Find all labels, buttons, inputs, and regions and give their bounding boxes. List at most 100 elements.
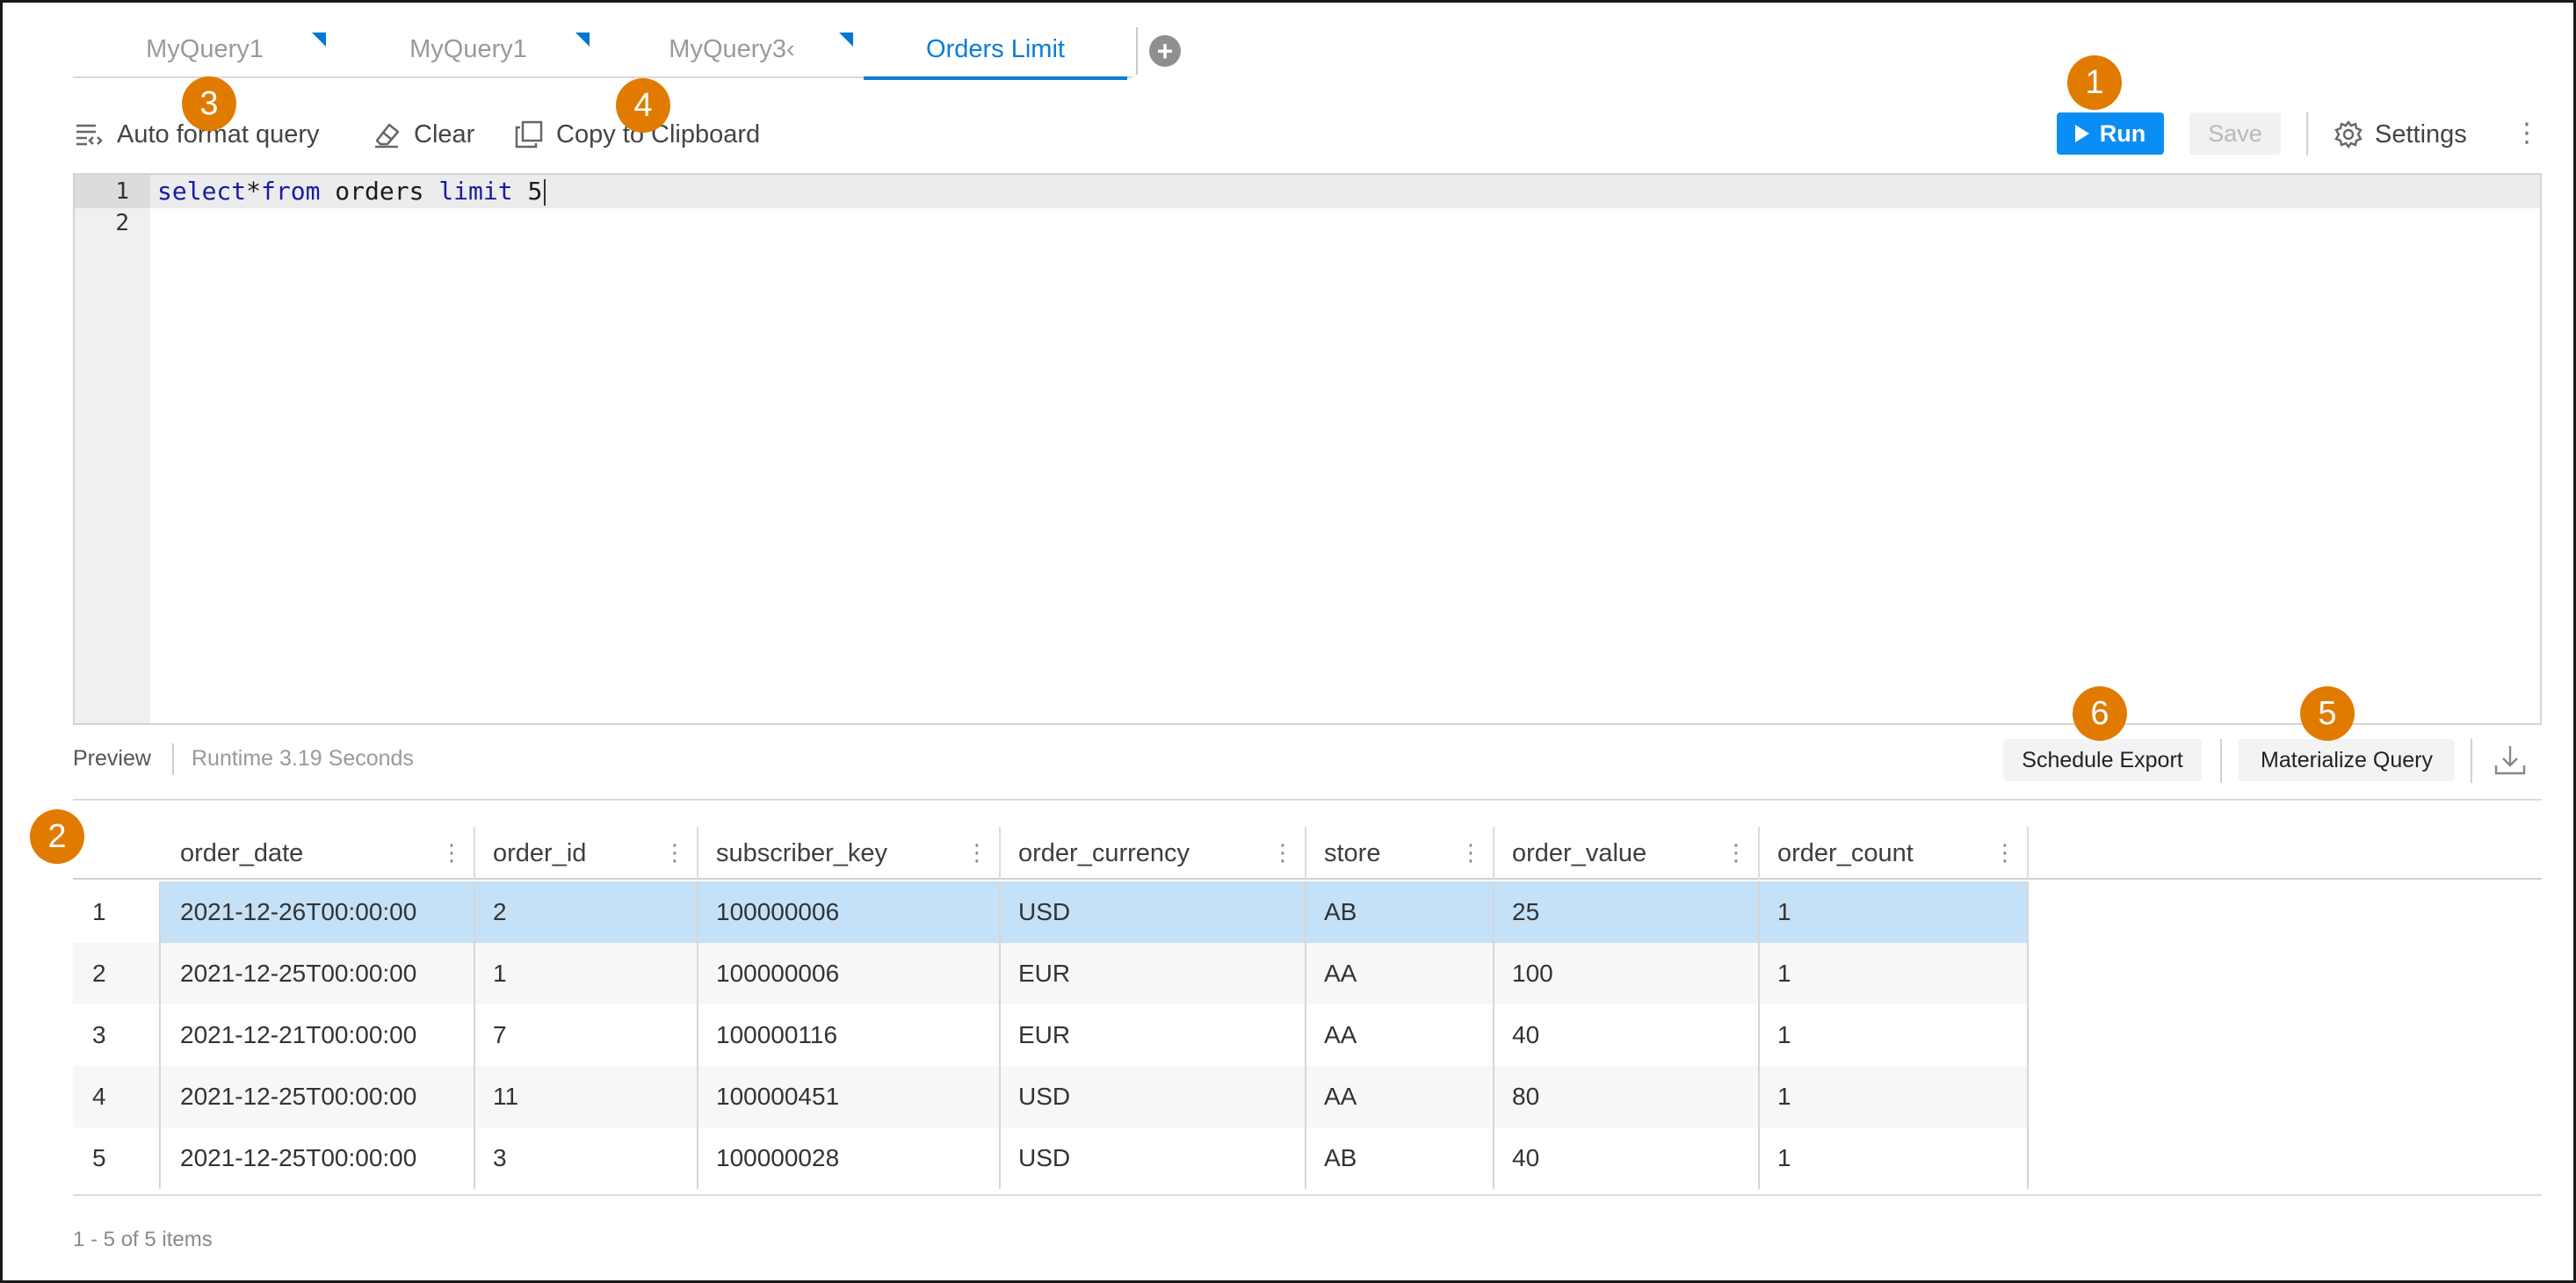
column-label: order_date: [180, 838, 304, 867]
column-header-store[interactable]: store ⋮: [1305, 827, 1493, 880]
settings-label: Settings: [2375, 120, 2467, 149]
sql-token: *: [246, 177, 262, 206]
table-cell[interactable]: AA: [1305, 1066, 1357, 1127]
table-cell[interactable]: USD: [999, 881, 1070, 943]
table-cell[interactable]: 1: [1758, 881, 1791, 943]
table-cell[interactable]: 100000006: [697, 881, 839, 943]
tab-label: MyQuery3‹: [669, 34, 795, 63]
table-cell[interactable]: 3: [474, 1127, 507, 1189]
schedule-export-button[interactable]: Schedule Export: [2003, 739, 2202, 781]
table-cell[interactable]: 1: [1758, 1127, 1791, 1189]
settings-button[interactable]: Settings: [2334, 117, 2467, 152]
table-cell[interactable]: 40: [1493, 1004, 1539, 1066]
table-cell[interactable]: EUR: [999, 1004, 1070, 1066]
table-cell[interactable]: 100000451: [697, 1066, 839, 1127]
table-cell[interactable]: 100000006: [697, 943, 839, 1004]
callout-badge-5: 5: [2300, 686, 2355, 741]
run-label: Run: [2099, 120, 2146, 147]
column-header-order-count[interactable]: order_count ⋮: [1758, 827, 2027, 880]
column-menu-icon[interactable]: ⋮: [1994, 839, 2016, 866]
table-cell[interactable]: USD: [999, 1127, 1070, 1189]
column-header-order-currency[interactable]: order_currency ⋮: [999, 827, 1305, 880]
table-cell[interactable]: 7: [474, 1004, 507, 1066]
table-cell[interactable]: EUR: [999, 943, 1070, 1004]
table-cell[interactable]: 2: [474, 881, 507, 943]
tab-label: Orders Limit: [926, 34, 1065, 63]
callout-badge-2: 2: [30, 809, 84, 864]
column-menu-icon[interactable]: ⋮: [1725, 839, 1747, 866]
column-menu-icon[interactable]: ⋮: [663, 839, 686, 866]
table-cell[interactable]: AB: [1305, 881, 1357, 943]
preview-separator: [73, 799, 2542, 801]
table-cell[interactable]: AA: [1305, 943, 1357, 1004]
column-header-order-value[interactable]: order_value ⋮: [1493, 827, 1758, 880]
plus-circle-icon[interactable]: +: [1149, 35, 1181, 67]
sql-keyword: from: [261, 177, 321, 206]
materialize-query-button[interactable]: Materialize Query: [2239, 739, 2455, 781]
row-number: 3: [92, 1021, 106, 1048]
modified-indicator-icon: [839, 33, 853, 47]
schedule-export-label: Schedule Export: [2022, 747, 2183, 772]
preview-divider: [2220, 739, 2222, 783]
table-row[interactable]: 4 2021-12-25T00:00:00 11 100000451 USD A…: [73, 1066, 2027, 1127]
modified-indicator-icon: [312, 33, 326, 47]
callout-badge-1: 1: [2067, 55, 2122, 110]
table-cell[interactable]: USD: [999, 1066, 1070, 1127]
text-cursor: [544, 179, 546, 206]
table-cell[interactable]: 100000116: [697, 1004, 837, 1066]
runtime-text: Runtime 3.19 Seconds: [192, 746, 414, 771]
sql-editor[interactable]: 1 2 select*from orders limit 5: [73, 173, 2542, 725]
table-row[interactable]: 1 2021-12-26T00:00:00 2 100000006 USD AB…: [73, 881, 2027, 943]
pagination-summary: 1 - 5 of 5 items: [73, 1228, 213, 1251]
kebab-icon[interactable]: ⋮: [2514, 119, 2540, 149]
tab-myquery1-a[interactable]: MyQuery1: [73, 20, 336, 78]
table-cell[interactable]: 1: [1758, 1004, 1791, 1066]
table-row[interactable]: 2 2021-12-25T00:00:00 1 100000006 EUR AA…: [73, 943, 2027, 1004]
column-label: subscriber_key: [716, 838, 888, 867]
column-menu-icon[interactable]: ⋮: [440, 839, 463, 866]
table-cell[interactable]: 2021-12-25T00:00:00: [161, 1066, 416, 1127]
line-number: 2: [115, 210, 129, 236]
table-cell[interactable]: 80: [1493, 1066, 1539, 1127]
column-label: store: [1324, 838, 1381, 867]
column-header-order-date[interactable]: order_date ⋮: [161, 827, 474, 880]
callout-badge-4: 4: [616, 78, 670, 133]
column-menu-icon[interactable]: ⋮: [966, 839, 988, 866]
tab-orders-limit[interactable]: Orders Limit: [864, 20, 1127, 80]
eraser-icon: [372, 120, 402, 149]
table-cell[interactable]: 2021-12-25T00:00:00: [161, 1127, 416, 1189]
table-cell[interactable]: 2021-12-25T00:00:00: [161, 943, 416, 1004]
table-cell[interactable]: 2021-12-21T00:00:00: [161, 1004, 416, 1066]
modified-indicator-icon: [575, 33, 590, 47]
table-cell[interactable]: 2021-12-26T00:00:00: [161, 881, 416, 943]
tab-myquery3[interactable]: MyQuery3‹: [600, 20, 864, 78]
table-cell[interactable]: 100000028: [697, 1127, 839, 1189]
clear-button[interactable]: Clear: [372, 117, 474, 152]
selected-row-highlight: [161, 881, 2027, 943]
table-cell[interactable]: AA: [1305, 1004, 1357, 1066]
copy-icon: [514, 120, 544, 149]
column-border: [159, 881, 161, 1189]
table-cell[interactable]: 100: [1493, 943, 1553, 1004]
column-menu-icon[interactable]: ⋮: [1271, 839, 1294, 866]
table-row[interactable]: 3 2021-12-21T00:00:00 7 100000116 EUR AA…: [73, 1004, 2027, 1066]
column-border: [999, 881, 1001, 1189]
run-button[interactable]: Run: [2057, 112, 2164, 155]
table-cell[interactable]: 11: [474, 1066, 518, 1127]
column-header-order-id[interactable]: order_id ⋮: [474, 827, 697, 880]
save-button[interactable]: Save: [2189, 112, 2281, 155]
query-tabs: MyQuery1 MyQuery1 MyQuery3‹ Orders Limit: [73, 20, 1127, 80]
tab-myquery1-b[interactable]: MyQuery1: [336, 20, 600, 78]
code-line-1[interactable]: select*from orders limit 5: [157, 177, 546, 207]
table-row[interactable]: 5 2021-12-25T00:00:00 3 100000028 USD AB…: [73, 1127, 2027, 1189]
table-cell[interactable]: AB: [1305, 1127, 1357, 1189]
download-icon[interactable]: [2493, 743, 2528, 782]
table-cell[interactable]: 1: [474, 943, 507, 1004]
table-cell[interactable]: 1: [1758, 1066, 1791, 1127]
table-cell[interactable]: 40: [1493, 1127, 1539, 1189]
table-cell[interactable]: 1: [1758, 943, 1791, 1004]
column-header-subscriber-key[interactable]: subscriber_key ⋮: [697, 827, 999, 880]
preview-label: Preview: [73, 746, 151, 771]
column-menu-icon[interactable]: ⋮: [1459, 839, 1482, 866]
table-cell[interactable]: 25: [1493, 881, 1539, 943]
